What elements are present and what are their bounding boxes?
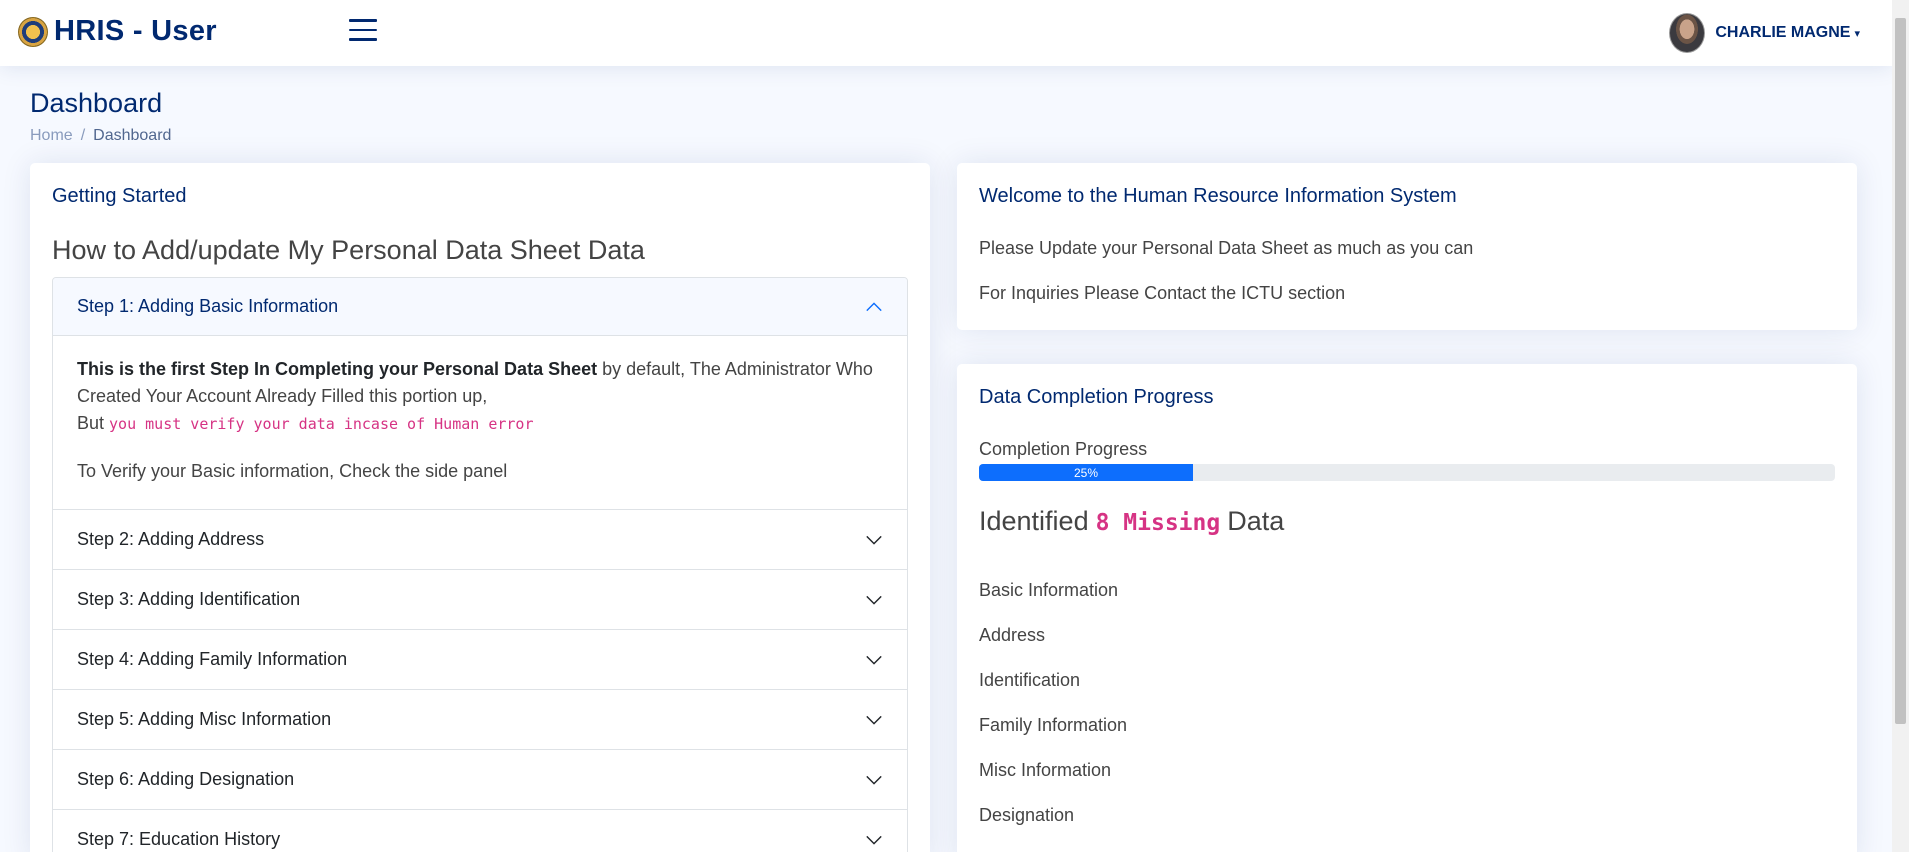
getting-started-title: Getting Started [52,185,187,207]
welcome-title: Welcome to the Human Resource Informatio… [979,185,1457,207]
missing-item: Misc Information [979,760,1112,780]
accordion-header-label: Step 1: Adding Basic Information [77,296,339,316]
accordion-header-label: Step 2: Adding Address [77,529,265,549]
progress-label: Completion Progress [979,439,1148,459]
missing-suffix: Data [1227,506,1285,536]
breadcrumb-home-link[interactable]: Home [30,127,73,145]
missing-item: Designation [979,805,1075,825]
step1-but-prefix: But [77,413,110,433]
page-title: Dashboard [30,88,163,118]
accordion-item-step-4: Step 4: Adding Family Information [53,630,907,690]
accordion-item-step-7: Step 7: Education History [53,810,907,852]
chevron-up-icon [866,301,882,311]
progress-bar: 25% [979,464,1835,481]
accordion-body-step-1: This is the first Step In Completing you… [53,336,907,509]
step1-verify-text: To Verify your Basic information, Check … [77,461,508,481]
accordion-header-label: Step 6: Adding Designation [77,769,295,789]
accordion-header-label: Step 4: Adding Family Information [77,649,348,669]
missing-prefix: Identified [979,506,1089,536]
accordion-item-step-1: Step 1: Adding Basic Information This is… [53,278,907,510]
sidebar-toggle-hamburger-icon[interactable] [349,19,377,45]
breadcrumb-separator: / [80,127,86,144]
accordion-header-step-3[interactable]: Step 3: Adding Identification [53,570,907,629]
step1-bold-text: This is the first Step In Completing you… [77,359,598,379]
missing-item: Family Information [979,715,1128,735]
progress-bar-fill: 25% [979,464,1193,481]
chevron-down-icon [866,775,882,785]
accordion-item-step-2: Step 2: Adding Address [53,510,907,570]
chevron-down-icon [866,715,882,725]
accordion-item-step-5: Step 5: Adding Misc Information [53,690,907,750]
accordion-header-step-6[interactable]: Step 6: Adding Designation [53,750,907,809]
missing-item: Address [979,625,1046,645]
scrollbar-thumb[interactable] [1895,18,1906,724]
breadcrumb: Home / Dashboard [30,127,171,145]
page-title-block: Dashboard Home / Dashboard [30,88,171,145]
accordion-header-step-2[interactable]: Step 2: Adding Address [53,510,907,569]
accordion-header-label: Step 7: Education History [77,829,281,849]
accordion-header-step-4[interactable]: Step 4: Adding Family Information [53,630,907,689]
welcome-line-1: Please Update your Personal Data Sheet a… [979,238,1474,258]
getting-started-card: Getting Started How to Add/update My Per… [30,163,930,852]
welcome-line-2: For Inquiries Please Contact the ICTU se… [979,283,1346,303]
accordion-header-step-5[interactable]: Step 5: Adding Misc Information [53,690,907,749]
step1-code-warning: you must verify your data incase of Huma… [109,415,534,433]
missing-item: Identification [979,670,1081,690]
avatar [1669,13,1706,53]
accordion-item-step-6: Step 6: Adding Designation [53,750,907,810]
welcome-card: Welcome to the Human Resource Informatio… [957,163,1857,330]
missing-count: 8 Missing [1095,510,1221,536]
profile-name: CHARLIE MAGNE [1715,24,1851,41]
chevron-down-icon [866,655,882,665]
breadcrumb-current: Dashboard [93,127,172,144]
step1-paragraph: This is the first Step In Completing you… [77,356,883,410]
accordion-header-label: Step 3: Adding Identification [77,589,301,609]
data-completion-card: Data Completion Progress Completion Prog… [957,364,1857,852]
logo-seal-icon [18,16,48,47]
chevron-down-icon [866,835,882,845]
missing-item: Basic Information [979,580,1119,600]
step1-but-line: But you must verify your data incase of … [77,410,883,438]
logo[interactable]: HRIS - User [18,15,217,48]
steps-accordion: Step 1: Adding Basic Information This is… [52,277,908,852]
how-to-heading: How to Add/update My Personal Data Sheet… [52,235,645,265]
accordion-header-step-7[interactable]: Step 7: Education History [53,810,907,852]
missing-summary: Identified 8 Missing Data [979,506,1284,537]
accordion-header-step-1[interactable]: Step 1: Adding Basic Information [53,278,907,336]
accordion-item-step-3: Step 3: Adding Identification [53,570,907,630]
page-scrollbar[interactable] [1892,0,1909,852]
chevron-down-icon [866,535,882,545]
progress-card-title: Data Completion Progress [979,386,1214,408]
top-header: HRIS - User CHARLIE MAGNE ▾ [0,0,1892,66]
caret-down-icon: ▾ [1854,27,1860,40]
chevron-down-icon [866,595,882,605]
accordion-header-label: Step 5: Adding Misc Information [77,709,332,729]
app-title: HRIS - User [54,15,217,47]
profile-dropdown[interactable]: CHARLIE MAGNE ▾ [1669,13,1860,53]
